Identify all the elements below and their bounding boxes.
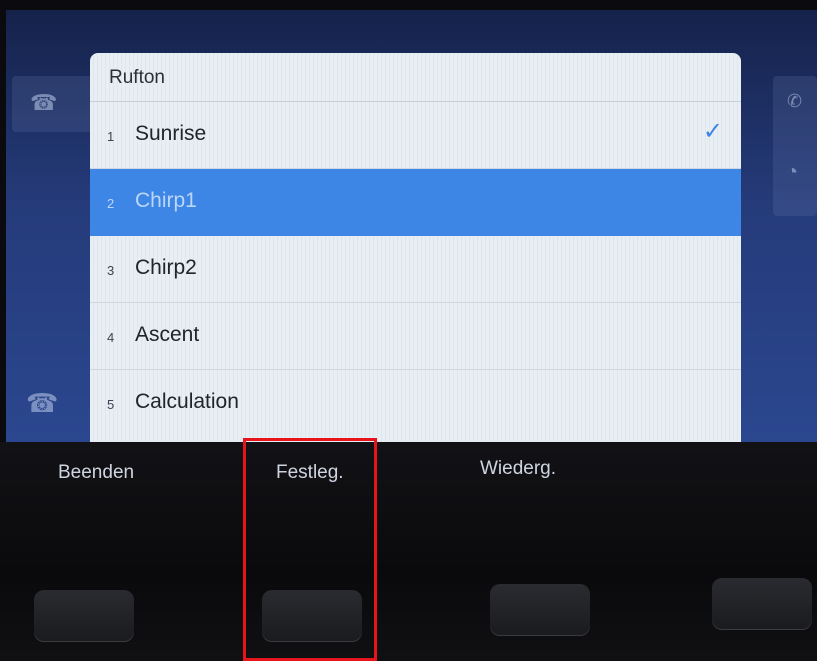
ringtone-item-ascent[interactable]: 4 Ascent bbox=[90, 303, 741, 370]
dialog-title: Rufton bbox=[109, 67, 165, 88]
phone-screen: ☎ ✆ ◔ ☎ Rufton 1 Sunrise ✓ 2 Chirp1 3 Ch… bbox=[6, 10, 817, 442]
phone-icon: ✆ bbox=[787, 91, 803, 111]
item-number: 5 bbox=[107, 397, 115, 412]
set-softkey-button[interactable] bbox=[262, 590, 362, 642]
item-label: Calculation bbox=[135, 390, 239, 413]
checkmark-icon: ✓ bbox=[702, 118, 723, 145]
item-label: Chirp1 bbox=[135, 189, 197, 212]
item-label: Ascent bbox=[135, 323, 200, 346]
item-number: 3 bbox=[107, 263, 115, 278]
item-label: Sunrise bbox=[135, 122, 207, 145]
ringtone-item-chirp2[interactable]: 3 Chirp2 bbox=[90, 236, 741, 303]
ringtone-item-chirp1[interactable]: 2 Chirp1 bbox=[90, 169, 741, 236]
softkey-label-set: Festleg. bbox=[276, 462, 344, 483]
softkey-label-play: Wiederg. bbox=[480, 458, 557, 479]
voicemail-icon: ☎ bbox=[26, 388, 59, 418]
item-number: 1 bbox=[107, 129, 115, 144]
play-softkey-button[interactable] bbox=[490, 584, 590, 636]
softkey-bar: Beenden Festleg. Wiederg. bbox=[0, 442, 817, 661]
handset-icon: ☎ bbox=[30, 90, 58, 115]
quit-softkey-button[interactable] bbox=[34, 590, 134, 642]
softkey-label-quit: Beenden bbox=[58, 462, 135, 483]
softkey-4-button[interactable] bbox=[712, 578, 812, 630]
item-number: 4 bbox=[107, 330, 115, 345]
ringtone-item-sunrise[interactable]: 1 Sunrise ✓ bbox=[90, 102, 741, 169]
clock-icon: ◔ bbox=[786, 161, 799, 183]
item-label: Chirp2 bbox=[135, 256, 197, 279]
ringtone-item-calculation[interactable]: 5 Calculation bbox=[90, 370, 741, 436]
background-call-line: ☎ bbox=[12, 76, 92, 132]
background-side-panel: ✆ ◔ bbox=[773, 76, 817, 216]
ringtone-dialog: Rufton 1 Sunrise ✓ 2 Chirp1 3 Chirp2 4 A… bbox=[90, 53, 741, 442]
dialog-title-bar: Rufton bbox=[90, 53, 741, 102]
item-number: 2 bbox=[107, 196, 115, 211]
